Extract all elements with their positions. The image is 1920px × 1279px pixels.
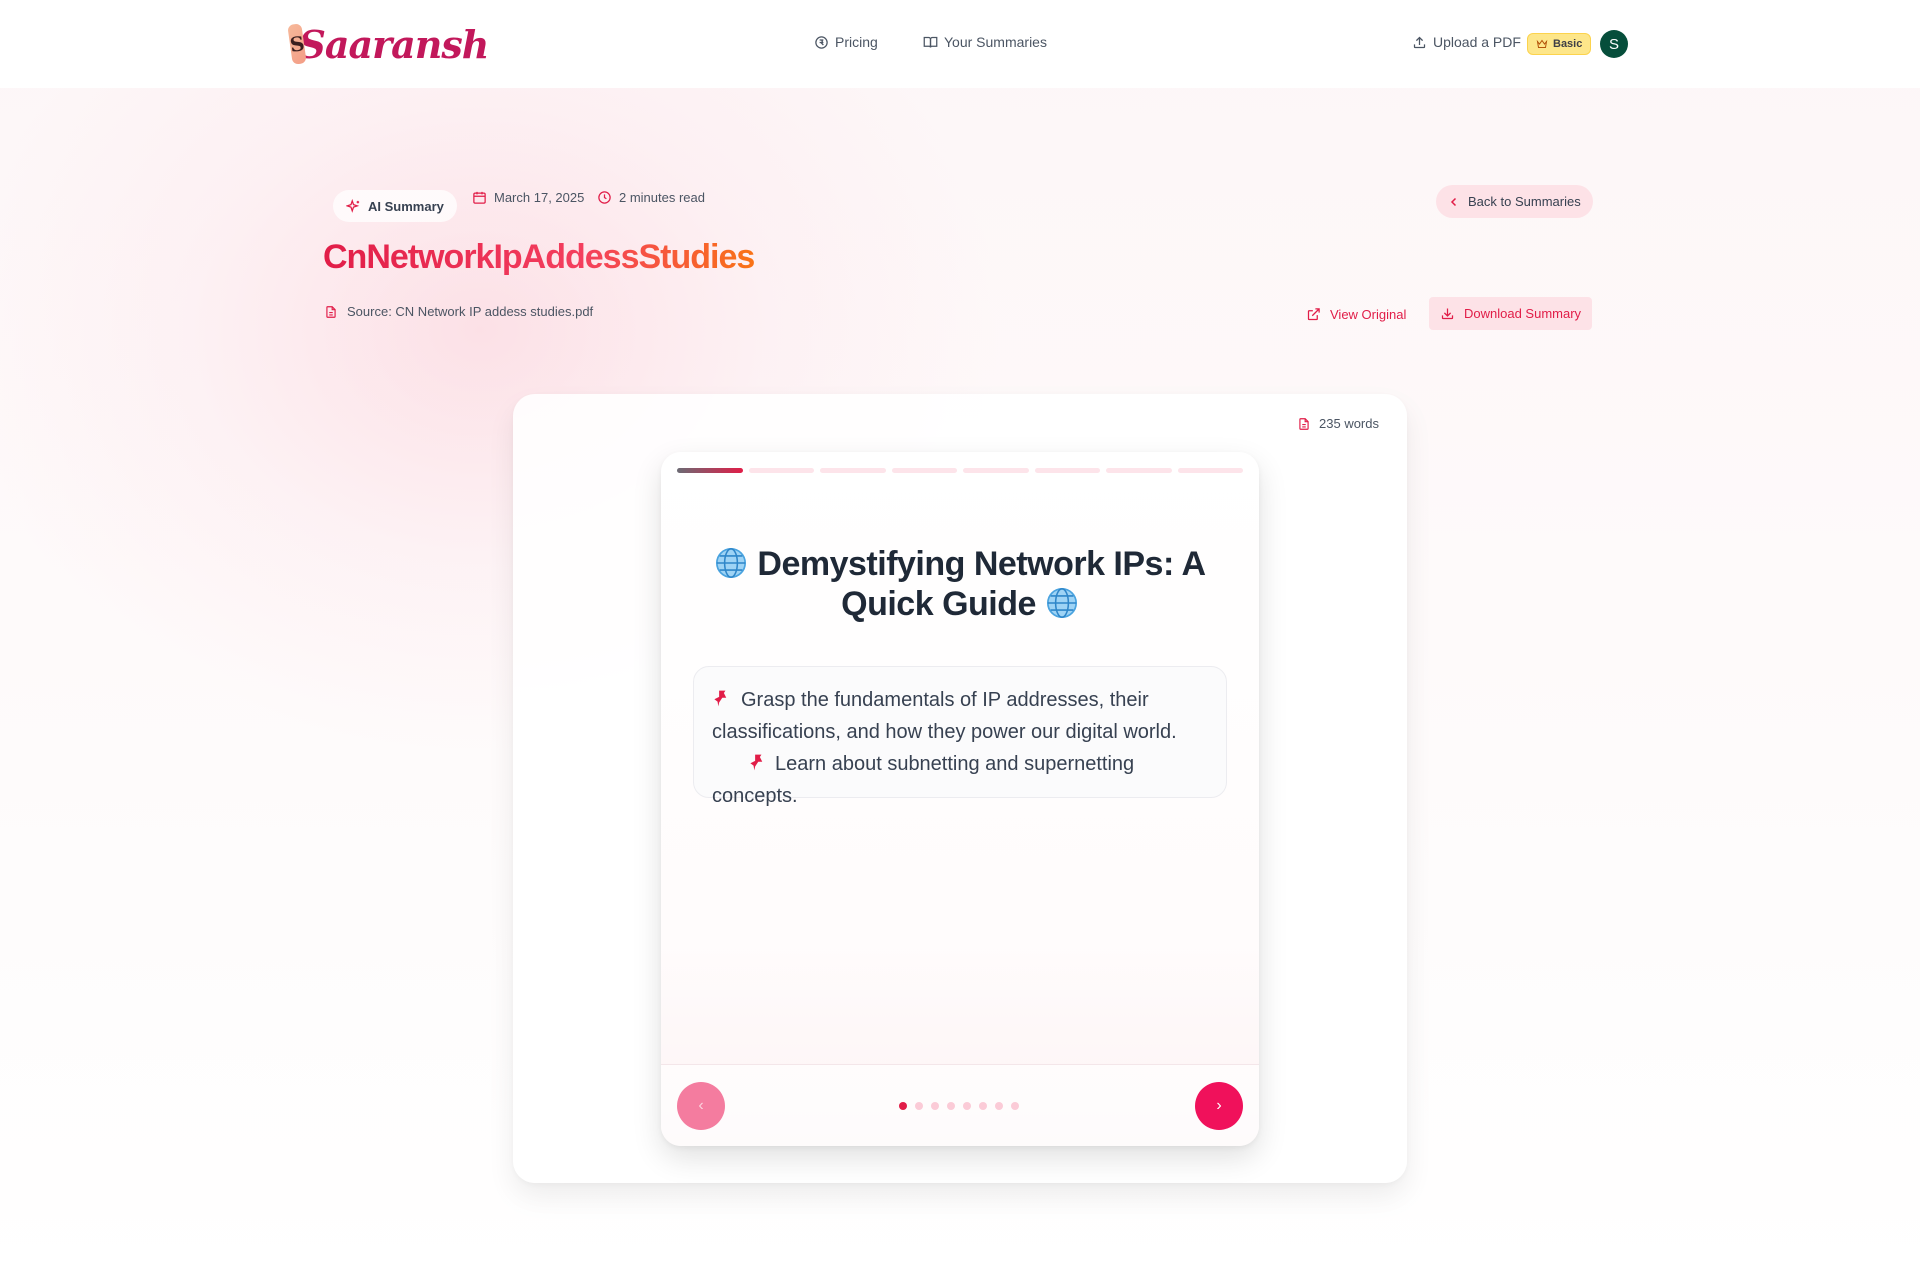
section-dot[interactable] bbox=[899, 1102, 907, 1110]
globe-icon bbox=[1046, 587, 1077, 619]
summary-date-text: March 17, 2025 bbox=[494, 190, 585, 205]
nav-pricing[interactable]: Pricing bbox=[814, 34, 878, 50]
nav-summaries-label: Your Summaries bbox=[944, 34, 1047, 50]
logo[interactable]: S Saaransh bbox=[287, 16, 489, 72]
summary-card: Demystifying Network IPs: A Quick Guide … bbox=[661, 452, 1259, 1146]
section-dot[interactable] bbox=[915, 1102, 923, 1110]
read-time: 2 minutes read bbox=[597, 190, 705, 205]
ai-summary-label: AI Summary bbox=[368, 198, 444, 214]
download-summary-button[interactable]: Download Summary bbox=[1429, 297, 1593, 330]
section-dot[interactable] bbox=[995, 1102, 1003, 1110]
view-original-label: View Original bbox=[1330, 306, 1407, 322]
card-title: Demystifying Network IPs: A Quick Guide bbox=[691, 544, 1229, 624]
clock-icon bbox=[598, 191, 611, 204]
next-section-button[interactable]: › bbox=[1195, 1082, 1243, 1130]
summary-point: Grasp the fundamentals of IP addresses, … bbox=[693, 666, 1227, 807]
sparkles-icon bbox=[346, 198, 360, 213]
user-avatar[interactable]: S bbox=[1600, 30, 1628, 58]
card-navigation: ‹ › bbox=[661, 1064, 1259, 1146]
globe-icon bbox=[716, 547, 747, 579]
section-dot[interactable] bbox=[931, 1102, 939, 1110]
plan-badge-label: Basic bbox=[1553, 38, 1583, 50]
nav-upload-label: Upload a PDF bbox=[1433, 34, 1521, 50]
progress-segment bbox=[891, 468, 957, 473]
summary-date: March 17, 2025 bbox=[472, 190, 584, 205]
section-dot[interactable] bbox=[1011, 1102, 1019, 1110]
logo-text: Saaransh bbox=[298, 21, 489, 67]
source-file: Source: CN Network IP addess studies.pdf bbox=[324, 304, 593, 319]
pricing-icon bbox=[815, 35, 828, 49]
section-dots bbox=[899, 1102, 1019, 1110]
back-to-summaries-button[interactable]: Back to Summaries bbox=[1436, 185, 1593, 218]
upload-icon bbox=[1413, 36, 1426, 48]
progress-segment bbox=[1034, 468, 1100, 473]
read-time-text: 2 minutes read bbox=[619, 190, 705, 205]
book-icon bbox=[923, 36, 938, 48]
download-summary-label: Download Summary bbox=[1464, 306, 1582, 321]
ai-summary-badge: AI Summary bbox=[333, 190, 457, 222]
progress-segment bbox=[748, 468, 814, 473]
external-link-icon bbox=[1307, 307, 1320, 320]
pushpin-icon bbox=[750, 754, 763, 771]
nav-upload-pdf[interactable]: Upload a PDF bbox=[1412, 34, 1521, 50]
summary-point-text: Learn about subnetting and supernetting … bbox=[712, 753, 1135, 807]
previous-section-button[interactable]: ‹ bbox=[677, 1082, 725, 1130]
progress-segment bbox=[1177, 468, 1243, 473]
file-icon bbox=[326, 305, 336, 318]
plan-badge: Basic bbox=[1527, 33, 1592, 55]
pushpin-icon bbox=[714, 690, 727, 707]
nav-pricing-label: Pricing bbox=[835, 34, 878, 50]
word-count-text: 235 words bbox=[1319, 416, 1379, 431]
back-to-summaries-label: Back to Summaries bbox=[1468, 194, 1581, 209]
progress-segment bbox=[820, 468, 886, 473]
chevron-left-icon bbox=[1450, 197, 1457, 206]
section-progress-bar bbox=[677, 468, 1243, 473]
top-navbar: S Saaransh Pricing Your Summaries Upload… bbox=[0, 0, 1920, 88]
summary-point-text: Grasp the fundamentals of IP addresses, … bbox=[712, 689, 1177, 743]
source-file-text: Source: CN Network IP addess studies.pdf bbox=[347, 304, 594, 319]
crown-icon bbox=[1536, 39, 1548, 48]
section-dot[interactable] bbox=[947, 1102, 955, 1110]
progress-segment bbox=[963, 468, 1029, 473]
word-count: 235 words bbox=[1297, 416, 1379, 431]
view-original-button[interactable]: View Original bbox=[1306, 300, 1406, 328]
summary-viewer-panel: 235 words Demystifying Network IPs: A Qu… bbox=[513, 394, 1407, 1183]
progress-segment bbox=[1106, 468, 1172, 473]
card-title-text: Demystifying Network IPs: A Quick Guide bbox=[757, 545, 1206, 623]
section-dot[interactable] bbox=[963, 1102, 971, 1110]
progress-segment bbox=[677, 468, 743, 473]
calendar-icon bbox=[473, 191, 486, 204]
nav-your-summaries[interactable]: Your Summaries bbox=[923, 34, 1047, 50]
file-icon bbox=[1299, 417, 1309, 430]
download-icon bbox=[1441, 308, 1454, 320]
section-dot[interactable] bbox=[979, 1102, 987, 1110]
page-title: CnNetworkIpAddessStudies bbox=[323, 238, 755, 276]
